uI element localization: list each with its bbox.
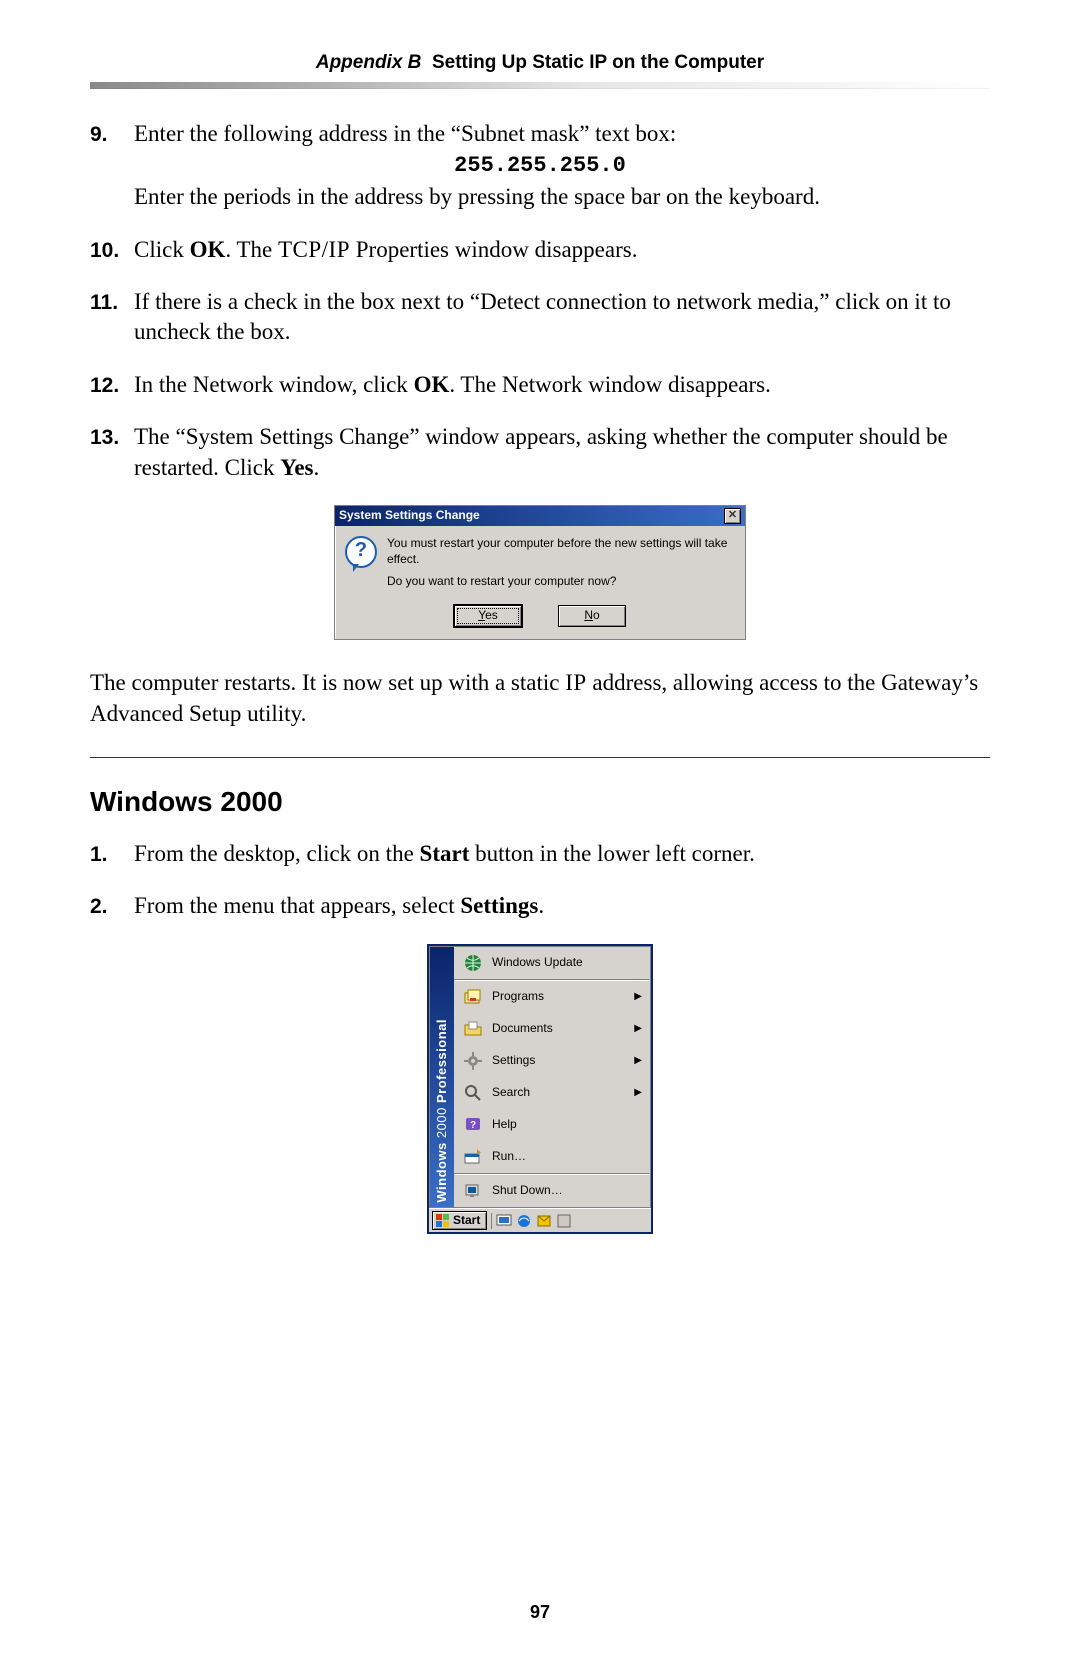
no-button[interactable]: No: [558, 605, 626, 627]
step-13: 13. The “System Settings Change” window …: [90, 422, 990, 483]
start-label: Start: [453, 1213, 480, 1229]
step-text: Click OK. The TCP/IP Properties window d…: [134, 235, 990, 265]
step-text: From the desktop, click on the Start but…: [134, 839, 990, 869]
shutdown-icon: [462, 1181, 484, 1201]
step-number: 9.: [90, 119, 134, 149]
dialog-content: ? You must restart your computer before …: [335, 526, 745, 599]
after-dialog-text: The computer restarts. It is now set up …: [90, 668, 990, 729]
submenu-arrow-icon: ▶: [634, 1022, 642, 1035]
step-number: 1.: [90, 839, 134, 869]
gear-icon: [462, 1051, 484, 1071]
run-icon: [462, 1147, 484, 1167]
step-11: 11. If there is a check in the box next …: [90, 287, 990, 348]
step-number: 13.: [90, 422, 134, 452]
menu-item-documents[interactable]: Documents ▶: [454, 1013, 650, 1045]
globe-icon: [462, 953, 484, 973]
windows-logo-icon: [436, 1214, 450, 1228]
help-icon: ?: [462, 1115, 484, 1135]
step-text: The “System Settings Change” window appe…: [134, 422, 990, 483]
page: Appendix B Setting Up Static IP on the C…: [0, 0, 1080, 1669]
subnet-mask-code: 255.255.255.0: [90, 151, 990, 180]
menu-item-programs[interactable]: Programs ▶: [454, 981, 650, 1013]
menu-label: Shut Down…: [492, 1183, 563, 1199]
step-9: 9. Enter the following address in the “S…: [90, 119, 990, 213]
start-button[interactable]: Start: [432, 1211, 487, 1231]
question-icon: ?: [345, 536, 377, 568]
menu-label: Programs: [492, 989, 544, 1005]
quick-launch: [491, 1213, 572, 1229]
menu-item-search[interactable]: Search ▶: [454, 1077, 650, 1109]
documents-icon: [462, 1019, 484, 1039]
steps-continued: 9. Enter the following address in the “S…: [90, 119, 990, 483]
menu-label: Documents: [492, 1021, 553, 1037]
steps-windows-2000: 1. From the desktop, click on the Start …: [90, 839, 990, 922]
step-2: 2. From the menu that appears, select Se…: [90, 891, 990, 921]
page-number: 97: [0, 1602, 1080, 1623]
menu-item-settings[interactable]: Settings ▶: [454, 1045, 650, 1077]
body-text: 9. Enter the following address in the “S…: [90, 119, 990, 1234]
appendix-label: Appendix B: [316, 52, 422, 73]
section-heading-windows-2000: Windows 2000: [90, 784, 990, 821]
tray-icon[interactable]: [556, 1213, 572, 1229]
outlook-tray-icon[interactable]: [536, 1213, 552, 1229]
step-text: If there is a check in the box next to “…: [134, 287, 990, 348]
menu-label: Settings: [492, 1053, 535, 1069]
desktop-tray-icon[interactable]: [496, 1213, 512, 1229]
appendix-title: Setting Up Static IP on the Computer: [432, 52, 764, 73]
submenu-arrow-icon: ▶: [634, 990, 642, 1003]
step-number: 10.: [90, 235, 134, 265]
submenu-arrow-icon: ▶: [634, 1054, 642, 1067]
header-rule: [90, 82, 990, 89]
step-text: From the menu that appears, select Setti…: [134, 891, 990, 921]
menu-item-shutdown[interactable]: Shut Down…: [454, 1175, 650, 1207]
ie-tray-icon[interactable]: [516, 1213, 532, 1229]
svg-text:?: ?: [470, 1120, 476, 1131]
step-number: 11.: [90, 287, 134, 317]
taskbar: Start: [429, 1208, 651, 1233]
menu-label: Search: [492, 1085, 530, 1101]
menu-label: Help: [492, 1117, 517, 1133]
step-number: 2.: [90, 891, 134, 921]
menu-item-run[interactable]: Run…: [454, 1141, 650, 1173]
programs-icon: [462, 987, 484, 1007]
step-text: In the Network window, click OK. The Net…: [134, 370, 990, 400]
dialog-figure: System Settings Change ✕ ? You must rest…: [90, 505, 990, 640]
yes-button[interactable]: Yes: [454, 605, 522, 627]
menu-item-windows-update[interactable]: Windows Update: [454, 947, 650, 979]
section-rule: [90, 757, 990, 758]
dialog-message: You must restart your computer before th…: [387, 536, 735, 595]
menu-label: Windows Update: [492, 955, 583, 971]
dialog-title: System Settings Change: [339, 508, 480, 524]
system-settings-change-dialog: System Settings Change ✕ ? You must rest…: [334, 505, 746, 640]
close-icon[interactable]: ✕: [724, 508, 741, 524]
dialog-titlebar: System Settings Change ✕: [335, 506, 745, 526]
running-head: Appendix B Setting Up Static IP on the C…: [90, 52, 990, 74]
dialog-buttons: Yes No: [335, 599, 745, 639]
step-1: 1. From the desktop, click on the Start …: [90, 839, 990, 869]
start-menu-figure: Windows 2000 Professional Windows Update: [90, 944, 990, 1235]
step-10: 10. Click OK. The TCP/IP Properties wind…: [90, 235, 990, 265]
submenu-arrow-icon: ▶: [634, 1086, 642, 1099]
start-menu-sidebar: Windows 2000 Professional: [430, 947, 454, 1207]
menu-item-help[interactable]: ? Help: [454, 1109, 650, 1141]
search-icon: [462, 1083, 484, 1103]
step-12: 12. In the Network window, click OK. The…: [90, 370, 990, 400]
step-text: Enter the following address in the “Subn…: [134, 119, 990, 213]
start-menu-items: Windows Update Programs ▶: [454, 947, 650, 1207]
step-number: 12.: [90, 370, 134, 400]
start-menu: Windows 2000 Professional Windows Update: [427, 944, 653, 1235]
menu-label: Run…: [492, 1149, 526, 1165]
